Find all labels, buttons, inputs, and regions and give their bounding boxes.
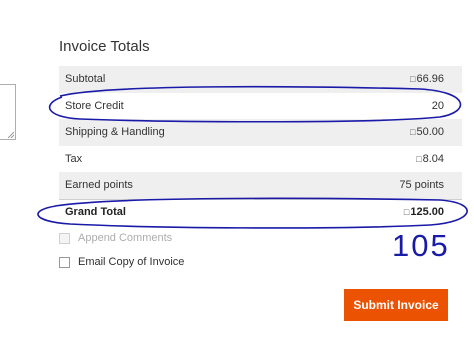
totals-row-subtotal: Subtotal □66.96 xyxy=(59,66,462,93)
totals-row-store-credit: Store Credit 20 xyxy=(59,93,462,120)
row-amount: □8.04 xyxy=(416,152,444,165)
email-copy-checkbox[interactable] xyxy=(59,256,70,268)
submit-invoice-button[interactable]: Submit Invoice xyxy=(344,289,448,321)
append-comments-label: Append Comments xyxy=(78,232,173,244)
row-amount: □125.00 xyxy=(403,206,444,219)
row-label: Subtotal xyxy=(65,73,106,86)
row-amount: 75 points xyxy=(399,179,444,192)
currency-symbol-icon: □ xyxy=(403,207,410,218)
row-label: Tax xyxy=(65,152,83,165)
currency-symbol-icon: □ xyxy=(410,74,416,85)
handwritten-note: 105 xyxy=(392,228,450,263)
currency-symbol-icon: □ xyxy=(416,153,422,164)
comment-textarea[interactable] xyxy=(0,84,16,140)
row-amount: □50.00 xyxy=(410,126,444,139)
row-label: Shipping & Handling xyxy=(65,126,165,139)
row-label: Store Credit xyxy=(65,99,124,112)
email-copy-label[interactable]: Email Copy of Invoice xyxy=(78,256,184,268)
row-amount: 20 xyxy=(431,99,444,112)
invoice-totals-table: Subtotal □66.96 Store Credit 20 Shipping… xyxy=(59,66,462,225)
totals-row-grand-total: Grand Total □125.00 xyxy=(59,198,462,226)
totals-row-shipping: Shipping & Handling □50.00 xyxy=(59,119,462,146)
section-title: Invoice Totals xyxy=(59,38,150,55)
row-label: Grand Total xyxy=(65,206,126,219)
email-copy-option[interactable]: Email Copy of Invoice xyxy=(59,256,184,268)
resize-grip-icon[interactable] xyxy=(8,132,14,138)
totals-row-earned-points: Earned points 75 points xyxy=(59,172,462,199)
row-amount: □66.96 xyxy=(410,73,444,86)
append-comments-checkbox xyxy=(59,232,70,244)
currency-symbol-icon: □ xyxy=(410,127,416,138)
row-label: Earned points xyxy=(65,179,133,192)
totals-row-tax: Tax □8.04 xyxy=(59,146,462,173)
append-comments-option: Append Comments xyxy=(59,232,172,244)
